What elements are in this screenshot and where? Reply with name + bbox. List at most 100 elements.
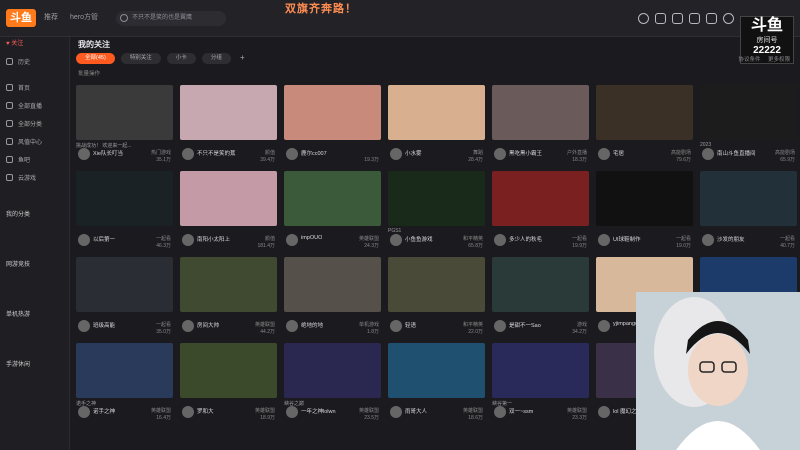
avatar[interactable] — [723, 13, 734, 24]
sidebar-item-history[interactable]: 历史 — [6, 57, 30, 69]
streamer-name[interactable]: yjimpango — [613, 321, 638, 327]
streamer-avatar[interactable] — [598, 406, 610, 418]
streamer-avatar[interactable] — [598, 320, 610, 332]
link-permissions[interactable]: 更多权限 — [768, 57, 790, 63]
streamer-avatar[interactable] — [390, 234, 402, 246]
streamer-name[interactable]: 房间大帅 — [197, 321, 219, 329]
streamer-name[interactable]: impOUO — [301, 235, 322, 241]
streamer-name[interactable]: 诺手之神 — [93, 407, 115, 415]
stream-thumbnail[interactable] — [180, 85, 277, 140]
streamer-avatar[interactable] — [598, 234, 610, 246]
streamer-avatar[interactable] — [182, 234, 194, 246]
stream-thumbnail[interactable] — [492, 257, 589, 312]
stream-thumbnail[interactable] — [388, 171, 485, 226]
stream-thumbnail[interactable] — [180, 343, 277, 398]
stream-thumbnail[interactable] — [700, 85, 797, 140]
stream-card[interactable]: 罗和大 英雄联盟 18.9万 — [180, 343, 277, 426]
streamer-name[interactable]: 轻语 — [405, 321, 416, 329]
sidebar-item-cloud[interactable]: 云游戏 — [6, 173, 36, 185]
stream-thumbnail[interactable] — [76, 171, 173, 226]
stream-card[interactable]: 宅居 高能剧场 79.6万 — [596, 85, 693, 168]
streamer-name[interactable]: 是甜不一Sao — [509, 321, 541, 329]
streamer-avatar[interactable] — [182, 320, 194, 332]
stream-thumbnail[interactable] — [700, 171, 797, 226]
stream-thumbnail[interactable] — [76, 85, 173, 140]
stream-thumbnail[interactable] — [492, 343, 589, 398]
tab-small-card[interactable]: 小卡 — [166, 53, 196, 64]
streamer-name[interactable]: 绝地的地 — [301, 321, 323, 329]
streamer-name[interactable]: Xie队长叮当 — [93, 149, 123, 157]
stream-thumbnail[interactable] — [388, 85, 485, 140]
streamer-avatar[interactable] — [702, 148, 714, 160]
stream-thumbnail[interactable] — [492, 171, 589, 226]
streamer-avatar[interactable] — [78, 320, 90, 332]
stream-card[interactable]: 诺手之神 诺手之神 英雄联盟 16.4万 — [76, 343, 173, 426]
sidebar-item-live[interactable]: 全部直播 — [6, 101, 42, 113]
streamer-avatar[interactable] — [702, 234, 714, 246]
heart-icon[interactable] — [672, 13, 683, 24]
stream-card[interactable]: 房间大帅 英雄联盟 44.2万 — [180, 257, 277, 340]
streamer-name[interactable]: 黑吃黑小霸王 — [509, 149, 542, 157]
stream-card[interactable]: 以后第一 一起看 46.3万 — [76, 171, 173, 254]
stream-thumbnail[interactable] — [76, 343, 173, 398]
stream-card[interactable]: 小水雾 舞蹈 28.4万 — [388, 85, 485, 168]
add-tab-icon[interactable]: + — [237, 53, 248, 64]
stream-thumbnail[interactable] — [596, 85, 693, 140]
stream-card[interactable]: 黑吃黑小霸王 户外直播 18.3万 — [492, 85, 589, 168]
stream-card[interactable]: 峡谷第一 双一~ssm 英雄联盟 23.3万 — [492, 343, 589, 426]
streamer-avatar[interactable] — [494, 148, 506, 160]
link-agreement[interactable]: 协议条件 — [738, 57, 760, 63]
nav-recommend[interactable]: 推荐 — [44, 14, 58, 21]
streamer-name[interactable]: 鹿尔cc007 — [301, 149, 327, 157]
stream-card[interactable]: 是甜不一Sao 游戏 34.2万 — [492, 257, 589, 340]
streamer-name[interactable]: 小鱼鱼游戏 — [405, 235, 433, 243]
streamer-name[interactable]: 多少人的秋毛 — [509, 235, 542, 243]
streamer-avatar[interactable] — [286, 148, 298, 160]
stream-thumbnail[interactable] — [284, 343, 381, 398]
sidebar-item-categories[interactable]: 全部分类 — [6, 119, 42, 131]
stream-card[interactable]: 鹿尔cc007 19.3万 — [284, 85, 381, 168]
streamer-name[interactable]: 不只不是笑的蕉 — [197, 149, 236, 157]
stream-card[interactable]: 班级高能 一起看 35.0万 — [76, 257, 173, 340]
stream-thumbnail[interactable] — [180, 171, 277, 226]
streamer-name[interactable]: 班级高能 — [93, 321, 115, 329]
stream-card[interactable]: impOUO 英雄联盟 24.3万 — [284, 171, 381, 254]
stream-card[interactable]: 轻语 和平精英 22.0万 — [388, 257, 485, 340]
sidebar-follow[interactable]: ♥ 关注 — [6, 37, 70, 51]
streamer-avatar[interactable] — [286, 320, 298, 332]
stream-card[interactable]: UI球鞋制作 一起看 19.0万 — [596, 171, 693, 254]
tab-all[interactable]: 全部(45) — [76, 53, 115, 64]
stream-card[interactable]: 挑战成功！ 欢迎来一起... Xie队长叮当 热门游戏 35.1万 — [76, 85, 173, 168]
upload-icon[interactable] — [689, 13, 700, 24]
stream-thumbnail[interactable] — [284, 171, 381, 226]
stream-card[interactable]: 峡谷之巅 一年之神lolwn 英雄联盟 23.5万 — [284, 343, 381, 426]
streamer-avatar[interactable] — [494, 320, 506, 332]
stream-card[interactable]: 沙发的朋友 一起看 40.7万 — [700, 171, 797, 254]
stream-thumbnail[interactable] — [284, 257, 381, 312]
stream-thumbnail[interactable] — [76, 257, 173, 312]
streamer-name[interactable]: 双一~ssm — [509, 407, 533, 415]
streamer-avatar[interactable] — [390, 406, 402, 418]
streamer-name[interactable]: 宅居 — [613, 149, 624, 157]
streamer-avatar[interactable] — [78, 148, 90, 160]
history-icon[interactable] — [638, 13, 649, 24]
stream-thumbnail[interactable] — [180, 257, 277, 312]
streamer-avatar[interactable] — [286, 234, 298, 246]
nav-hero[interactable]: hero方管 — [70, 14, 98, 21]
streamer-avatar[interactable] — [182, 148, 194, 160]
streamer-avatar[interactable] — [286, 406, 298, 418]
stream-card[interactable]: 2023 南山斗鱼直播间 高能剧场 65.9万 — [700, 85, 797, 168]
streamer-name[interactable]: UI球鞋制作 — [613, 235, 641, 243]
streamer-avatar[interactable] — [390, 148, 402, 160]
streamer-avatar[interactable] — [182, 406, 194, 418]
tab-special[interactable]: 特别关注 — [120, 53, 161, 64]
stream-thumbnail[interactable] — [492, 85, 589, 140]
stream-thumbnail[interactable] — [388, 343, 485, 398]
search-icon[interactable] — [120, 14, 128, 22]
streamer-name[interactable]: 雨哥大人 — [405, 407, 427, 415]
streamer-avatar[interactable] — [598, 148, 610, 160]
streamer-avatar[interactable] — [494, 234, 506, 246]
streamer-avatar[interactable] — [390, 320, 402, 332]
sidebar-item-center[interactable]: 风值中心 — [6, 137, 42, 149]
stream-thumbnail[interactable] — [388, 257, 485, 312]
